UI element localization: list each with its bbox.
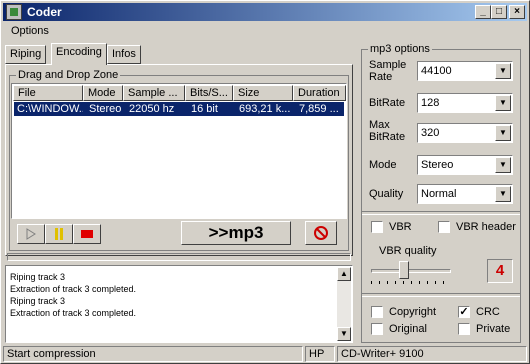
bitrate-select[interactable]: 128 ▼ [417,93,513,113]
divider [362,293,520,297]
log-box[interactable]: Riping track 3 Extraction of track 3 com… [5,265,353,343]
private-label: Private [476,323,511,335]
scroll-up-arrow-icon[interactable]: ▲ [337,267,351,281]
mode-label: Mode [369,159,397,171]
crc-label: CRC [476,306,500,318]
slider-ticks [371,281,451,284]
file-list[interactable]: File Mode Sample ... Bits/S... Size Dura… [11,83,347,219]
column-file[interactable]: File [13,85,83,101]
close-button[interactable]: × [509,5,525,19]
cancel-icon [314,226,328,240]
original-checkbox[interactable] [371,323,383,335]
app-icon [6,4,22,20]
log-scrollbar[interactable]: ▲ ▼ [337,267,351,341]
copyright-label: Copyright [389,306,437,318]
maximize-button[interactable]: □ [491,5,507,19]
log-line: Riping track 3 [10,272,66,282]
dropdown-arrow-icon[interactable]: ▼ [495,63,511,79]
quality-label: Quality [369,188,404,200]
column-sample[interactable]: Sample ... [123,85,185,101]
cell-size: 693,21 k... [239,103,291,115]
vbr-header-label: VBR header [456,221,516,233]
sample-rate-value: 44100 [421,65,452,77]
coder-window: Coder _ □ × Options Riping Encoding Info… [0,0,530,364]
minimize-button[interactable]: _ [475,5,491,19]
mode-value: Stereo [421,159,454,171]
status-drive-model: CD-Writer+ 9100 [337,346,527,362]
progress-bar [7,253,351,261]
window-title: Coder [27,5,62,19]
column-size[interactable]: Size [233,85,293,101]
max-bitrate-label: Max BitRate [369,119,406,143]
quality-value: Normal [421,188,457,200]
play-icon [26,228,36,240]
stop-icon [81,230,93,238]
original-label: Original [389,323,427,335]
cell-bits: 16 bit [191,103,218,115]
convert-mp3-button[interactable]: >>mp3 [181,221,291,245]
pause-icon [55,228,63,240]
log-line: Riping track 3 [10,296,66,306]
file-row[interactable]: C:\WINDOW... Stereo 22050 hz 16 bit 693,… [14,102,344,116]
max-bitrate-value: 320 [421,127,440,139]
vbr-quality-slider[interactable] [371,259,451,285]
sample-rate-label: Sample Rate [369,59,407,83]
vbr-quality-value: 4 [487,259,513,283]
divider [362,211,520,215]
tab-infos[interactable]: Infos [107,45,141,64]
cell-file: C:\WINDOW... [17,103,83,115]
tab-encoding[interactable]: Encoding [51,43,107,65]
cell-mode: Stereo [89,103,122,115]
stop-button[interactable] [73,224,101,244]
column-mode[interactable]: Mode [83,85,123,101]
title-bar[interactable]: Coder _ □ × [3,3,527,21]
quality-select[interactable]: Normal ▼ [417,184,513,204]
bitrate-label: BitRate [369,97,406,109]
cancel-button[interactable] [305,221,337,245]
log-line: Extraction of track 3 completed. [10,308,137,318]
tab-riping[interactable]: Riping [5,45,47,64]
column-duration[interactable]: Duration [293,85,346,101]
vbr-label: VBR [389,221,412,233]
slider-thumb[interactable] [399,261,409,279]
dropdown-arrow-icon[interactable]: ▼ [495,186,511,202]
play-button[interactable] [17,224,45,244]
crc-checkbox[interactable]: ✓ [458,306,470,318]
sample-rate-select[interactable]: 44100 ▼ [417,61,513,81]
mode-select[interactable]: Stereo ▼ [417,155,513,175]
dropdown-arrow-icon[interactable]: ▼ [495,125,511,141]
log-line: Extraction of track 3 completed. [10,284,137,294]
drag-drop-legend: Drag and Drop Zone [16,69,121,81]
menu-options[interactable]: Options [11,25,49,37]
status-text: Start compression [3,346,303,362]
cell-sample: 22050 hz [129,103,175,115]
dropdown-arrow-icon[interactable]: ▼ [495,95,511,111]
scroll-down-arrow-icon[interactable]: ▼ [337,327,351,341]
column-bits[interactable]: Bits/S... [185,85,233,101]
vbr-checkbox[interactable] [371,221,383,233]
max-bitrate-select[interactable]: 320 ▼ [417,123,513,143]
vbr-quality-label: VBR quality [379,245,437,257]
check-mark-icon: ✓ [459,306,469,318]
dropdown-arrow-icon[interactable]: ▼ [495,157,511,173]
bitrate-value: 128 [421,97,440,109]
vbr-header-checkbox[interactable] [438,221,450,233]
copyright-checkbox[interactable] [371,306,383,318]
private-checkbox[interactable] [458,323,470,335]
pause-button[interactable] [45,224,73,244]
status-drive-vendor: HP [305,346,335,362]
mp3-options-legend: mp3 options [368,43,432,55]
slider-track [371,269,451,273]
cell-duration: 7,859 ... [299,103,339,115]
